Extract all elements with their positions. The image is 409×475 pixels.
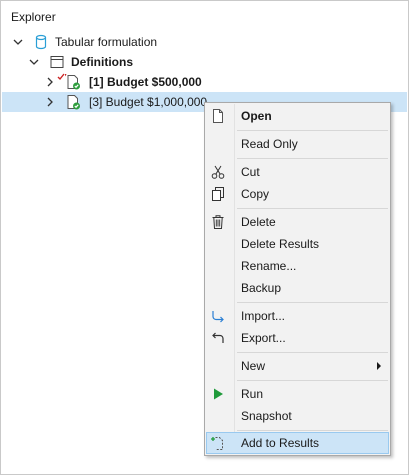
- document-check-icon: [65, 74, 80, 90]
- chevron-down-icon[interactable]: [12, 36, 24, 48]
- menu-separator: [237, 430, 388, 431]
- menu-item-cut-label: Cut: [241, 165, 260, 179]
- menu-item-cut[interactable]: Cut: [206, 161, 389, 183]
- submenu-arrow-icon: [377, 362, 381, 370]
- menu-item-new-label: New: [241, 359, 266, 373]
- menu-item-rename-label: Rename...: [241, 259, 297, 273]
- tree-node-budget-1-label: [1] Budget $500,000: [89, 75, 202, 89]
- chevron-down-icon[interactable]: [28, 56, 40, 68]
- table-icon: [50, 56, 64, 68]
- menu-item-copy-label: Copy: [241, 187, 270, 201]
- menu-separator: [237, 302, 388, 303]
- menu-item-export-label: Export...: [241, 331, 286, 345]
- document-icon: [213, 109, 223, 123]
- menu-item-run[interactable]: Run: [206, 383, 389, 405]
- menu-item-export[interactable]: Export...: [206, 327, 389, 349]
- tree-node-budget-1[interactable]: [1] Budget $500,000: [2, 72, 407, 92]
- menu-item-delete-label: Delete: [241, 215, 276, 229]
- menu-item-open[interactable]: Open: [206, 105, 389, 127]
- menu-separator: [237, 352, 388, 353]
- database-icon: [35, 34, 47, 50]
- trash-icon: [212, 215, 224, 229]
- context-menu: Open Read Only Cut Copy Delete Delete Re…: [204, 102, 391, 456]
- menu-separator: [237, 208, 388, 209]
- copy-icon: [212, 187, 224, 201]
- chevron-right-icon[interactable]: [44, 96, 56, 108]
- menu-separator: [237, 380, 388, 381]
- menu-item-import[interactable]: Import...: [206, 305, 389, 327]
- document-check-icon: [67, 95, 80, 110]
- menu-item-backup[interactable]: Backup: [206, 277, 389, 299]
- panel-title: Explorer: [11, 10, 56, 24]
- menu-item-snapshot-label: Snapshot: [241, 409, 292, 423]
- menu-item-snapshot[interactable]: Snapshot: [206, 405, 389, 427]
- menu-item-read-only[interactable]: Read Only: [206, 133, 389, 155]
- tree-node-root-label: Tabular formulation: [55, 35, 158, 49]
- menu-item-delete[interactable]: Delete: [206, 211, 389, 233]
- menu-item-delete-results[interactable]: Delete Results: [206, 233, 389, 255]
- tree-node-definitions[interactable]: Definitions: [2, 52, 407, 72]
- play-icon: [214, 388, 223, 400]
- tree-node-root[interactable]: Tabular formulation: [2, 32, 407, 52]
- menu-item-backup-label: Backup: [241, 281, 282, 295]
- add-document-icon: [211, 437, 223, 450]
- export-arrow-icon: [212, 332, 224, 343]
- menu-item-read-only-label: Read Only: [241, 137, 298, 151]
- menu-item-add-to-results[interactable]: Add to Results: [206, 432, 389, 454]
- tree-node-definitions-label: Definitions: [71, 55, 133, 69]
- scissors-icon: [211, 165, 225, 179]
- menu-separator: [237, 158, 388, 159]
- menu-item-add-to-results-label: Add to Results: [241, 436, 320, 450]
- menu-item-run-label: Run: [241, 387, 264, 401]
- tree-node-budget-3-label: [3] Budget $1,000,000: [89, 95, 208, 109]
- menu-item-rename[interactable]: Rename...: [206, 255, 389, 277]
- menu-item-open-label: Open: [241, 109, 272, 123]
- menu-item-import-label: Import...: [241, 309, 286, 323]
- modified-check-icon: [57, 73, 65, 81]
- chevron-right-icon[interactable]: [44, 76, 56, 88]
- import-arrow-icon: [212, 311, 224, 323]
- menu-item-delete-results-label: Delete Results: [241, 237, 320, 251]
- menu-item-copy[interactable]: Copy: [206, 183, 389, 205]
- menu-separator: [237, 130, 388, 131]
- menu-item-new[interactable]: New: [206, 355, 389, 377]
